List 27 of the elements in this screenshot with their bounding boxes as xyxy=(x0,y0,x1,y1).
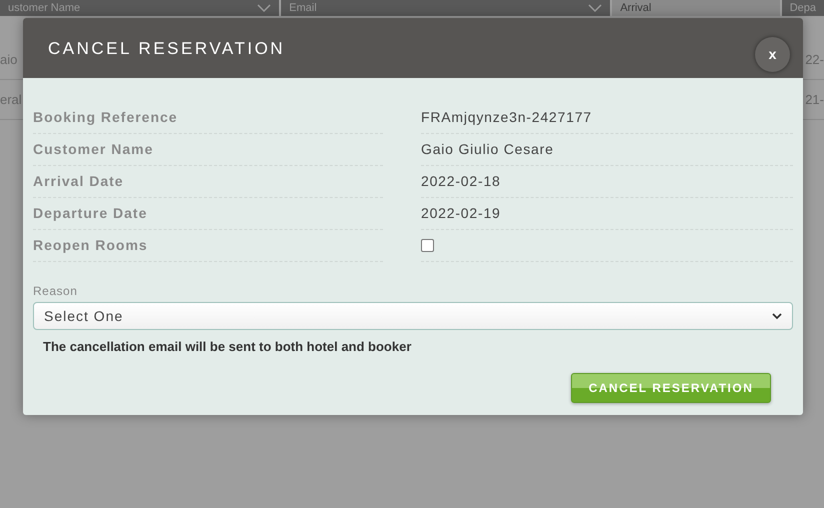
column-header[interactable]: ustomer Name xyxy=(0,0,280,16)
caret-icon xyxy=(588,4,602,12)
caret-icon xyxy=(257,4,272,12)
table-cell-text: 21- xyxy=(805,91,824,110)
column-header[interactable]: Email xyxy=(281,0,610,16)
reason-select[interactable]: Select One xyxy=(33,302,793,330)
field-label: Customer Name xyxy=(33,140,154,159)
field-value: Gaio Giulio Cesare xyxy=(421,140,554,159)
field-label: Reopen Rooms xyxy=(33,236,148,255)
reason-label: Reason xyxy=(33,283,78,300)
table-cell-text: 22- xyxy=(805,51,824,70)
column-header[interactable]: Arrival xyxy=(612,0,780,16)
field-value: 2022-02-19 xyxy=(421,204,501,223)
field-label: Arrival Date xyxy=(33,172,124,191)
column-header[interactable]: Depa xyxy=(782,0,824,16)
reopen-rooms-checkbox[interactable] xyxy=(421,239,434,252)
chevron-down-icon xyxy=(772,312,782,320)
table-cell-text: eral xyxy=(0,91,22,110)
field-value: FRAmjqynze3n-2427177 xyxy=(421,108,592,127)
modal-title: CANCEL RESERVATION xyxy=(48,38,286,60)
field-value: 2022-02-18 xyxy=(421,172,501,191)
table-cell-text: aio xyxy=(0,51,18,70)
field-label: Departure Date xyxy=(33,204,148,223)
cancel-reservation-button[interactable]: CANCEL RESERVATION xyxy=(571,372,771,402)
note-text: The cancellation email will be sent to both hotel and booker xyxy=(43,338,412,356)
close-button[interactable]: x xyxy=(755,37,790,72)
field-label: Booking Reference xyxy=(33,108,178,127)
